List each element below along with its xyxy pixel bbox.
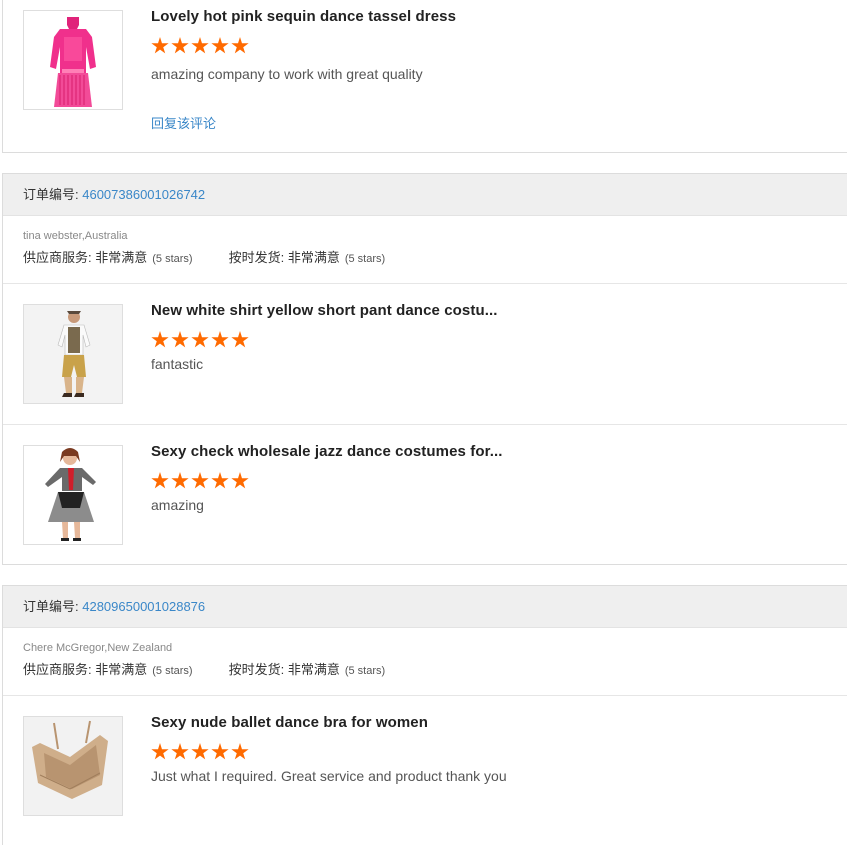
review-item: Sexy nude ballet dance bra for women Jus… [3,696,847,836]
rating-stars [151,37,251,55]
on-time-shipping-rating: 按时发货: 非常满意 (5 stars) [229,249,386,268]
star-icon [191,331,209,348]
supplier-service-label: 供应商服务: [23,662,96,677]
shipping-value: 非常满意 [287,662,340,677]
star-icon [151,331,169,348]
star-icon [191,37,209,54]
buyer-name: Chere McGregor,New Zealand [23,642,173,654]
on-time-shipping-rating: 按时发货: 非常满意 (5 stars) [229,661,386,680]
star-icon [191,472,209,489]
star-icon [231,743,249,760]
review-item: Lovely hot pink sequin dance tassel dres… [3,0,847,153]
rating-stars [151,331,251,349]
product-image[interactable] [23,716,123,816]
supplier-service-stars: (5 stars) [152,665,193,677]
review-comment: fantastic [151,356,204,372]
product-image[interactable] [23,10,123,110]
buyer-meta: tina webster,Australia 供应商服务: 非常满意 (5 sta… [3,216,847,284]
reply-review-link[interactable]: 回复该评论 [151,113,216,132]
order-header: 订单编号: 46007386001026742 [3,174,847,216]
supplier-service-value: 非常满意 [95,662,148,677]
shipping-value: 非常满意 [287,250,340,265]
order-number-label: 订单编号: [23,187,83,202]
star-icon [231,472,249,489]
star-icon [151,743,169,760]
shipping-stars: (5 stars) [344,253,386,265]
buyer-meta: Chere McGregor,New Zealand 供应商服务: 非常满意 (5… [3,628,847,696]
star-icon [171,37,189,54]
rating-stars [151,743,251,761]
review-item: Sexy check wholesale jazz dance costumes… [3,425,847,565]
star-icon [191,743,209,760]
order-number-link[interactable]: 46007386001026742 [82,187,205,202]
review-comment: amazing [151,497,204,513]
product-image[interactable] [23,445,123,545]
supplier-service-value: 非常满意 [95,250,148,265]
order-number-link[interactable]: 42809650001028876 [82,599,205,614]
review-comment: Just what I required. Great service and … [151,768,507,784]
supplier-service-label: 供应商服务: [23,250,96,265]
review-item: New white shirt yellow short pant dance … [3,284,847,425]
shipping-label: 按时发货: [228,662,288,677]
star-icon [211,472,229,489]
star-icon [171,472,189,489]
seller-ratings: 供应商服务: 非常满意 (5 stars) 按时发货: 非常满意 (5 stars) [23,249,827,268]
shipping-label: 按时发货: [228,250,288,265]
star-icon [171,331,189,348]
supplier-service-rating: 供应商服务: 非常满意 (5 stars) [23,661,193,680]
star-icon [151,472,169,489]
product-image[interactable] [23,304,123,404]
star-icon [171,743,189,760]
product-name[interactable]: Sexy nude ballet dance bra for women [151,714,428,731]
star-icon [211,37,229,54]
star-icon [211,743,229,760]
shipping-stars: (5 stars) [344,665,386,677]
supplier-service-rating: 供应商服务: 非常满意 (5 stars) [23,249,193,268]
buyer-name: tina webster,Australia [23,230,128,242]
review-card: 订单编号: 46007386001026742 tina webster,Aus… [2,173,847,565]
product-name[interactable]: Sexy check wholesale jazz dance costumes… [151,443,503,460]
order-header: 订单编号: 42809650001028876 [3,586,847,628]
order-number-label: 订单编号: [23,599,83,614]
star-icon [211,331,229,348]
rating-stars [151,472,251,490]
product-name[interactable]: Lovely hot pink sequin dance tassel dres… [151,8,456,25]
product-name[interactable]: New white shirt yellow short pant dance … [151,302,498,319]
supplier-service-stars: (5 stars) [152,253,193,265]
star-icon [231,37,249,54]
seller-ratings: 供应商服务: 非常满意 (5 stars) 按时发货: 非常满意 (5 stars) [23,661,827,680]
star-icon [151,37,169,54]
star-icon [231,331,249,348]
review-card: 订单编号: 42809650001028876 Chere McGregor,N… [2,585,847,845]
review-comment: amazing company to work with great quali… [151,66,423,82]
review-card: Lovely hot pink sequin dance tassel dres… [2,0,847,153]
